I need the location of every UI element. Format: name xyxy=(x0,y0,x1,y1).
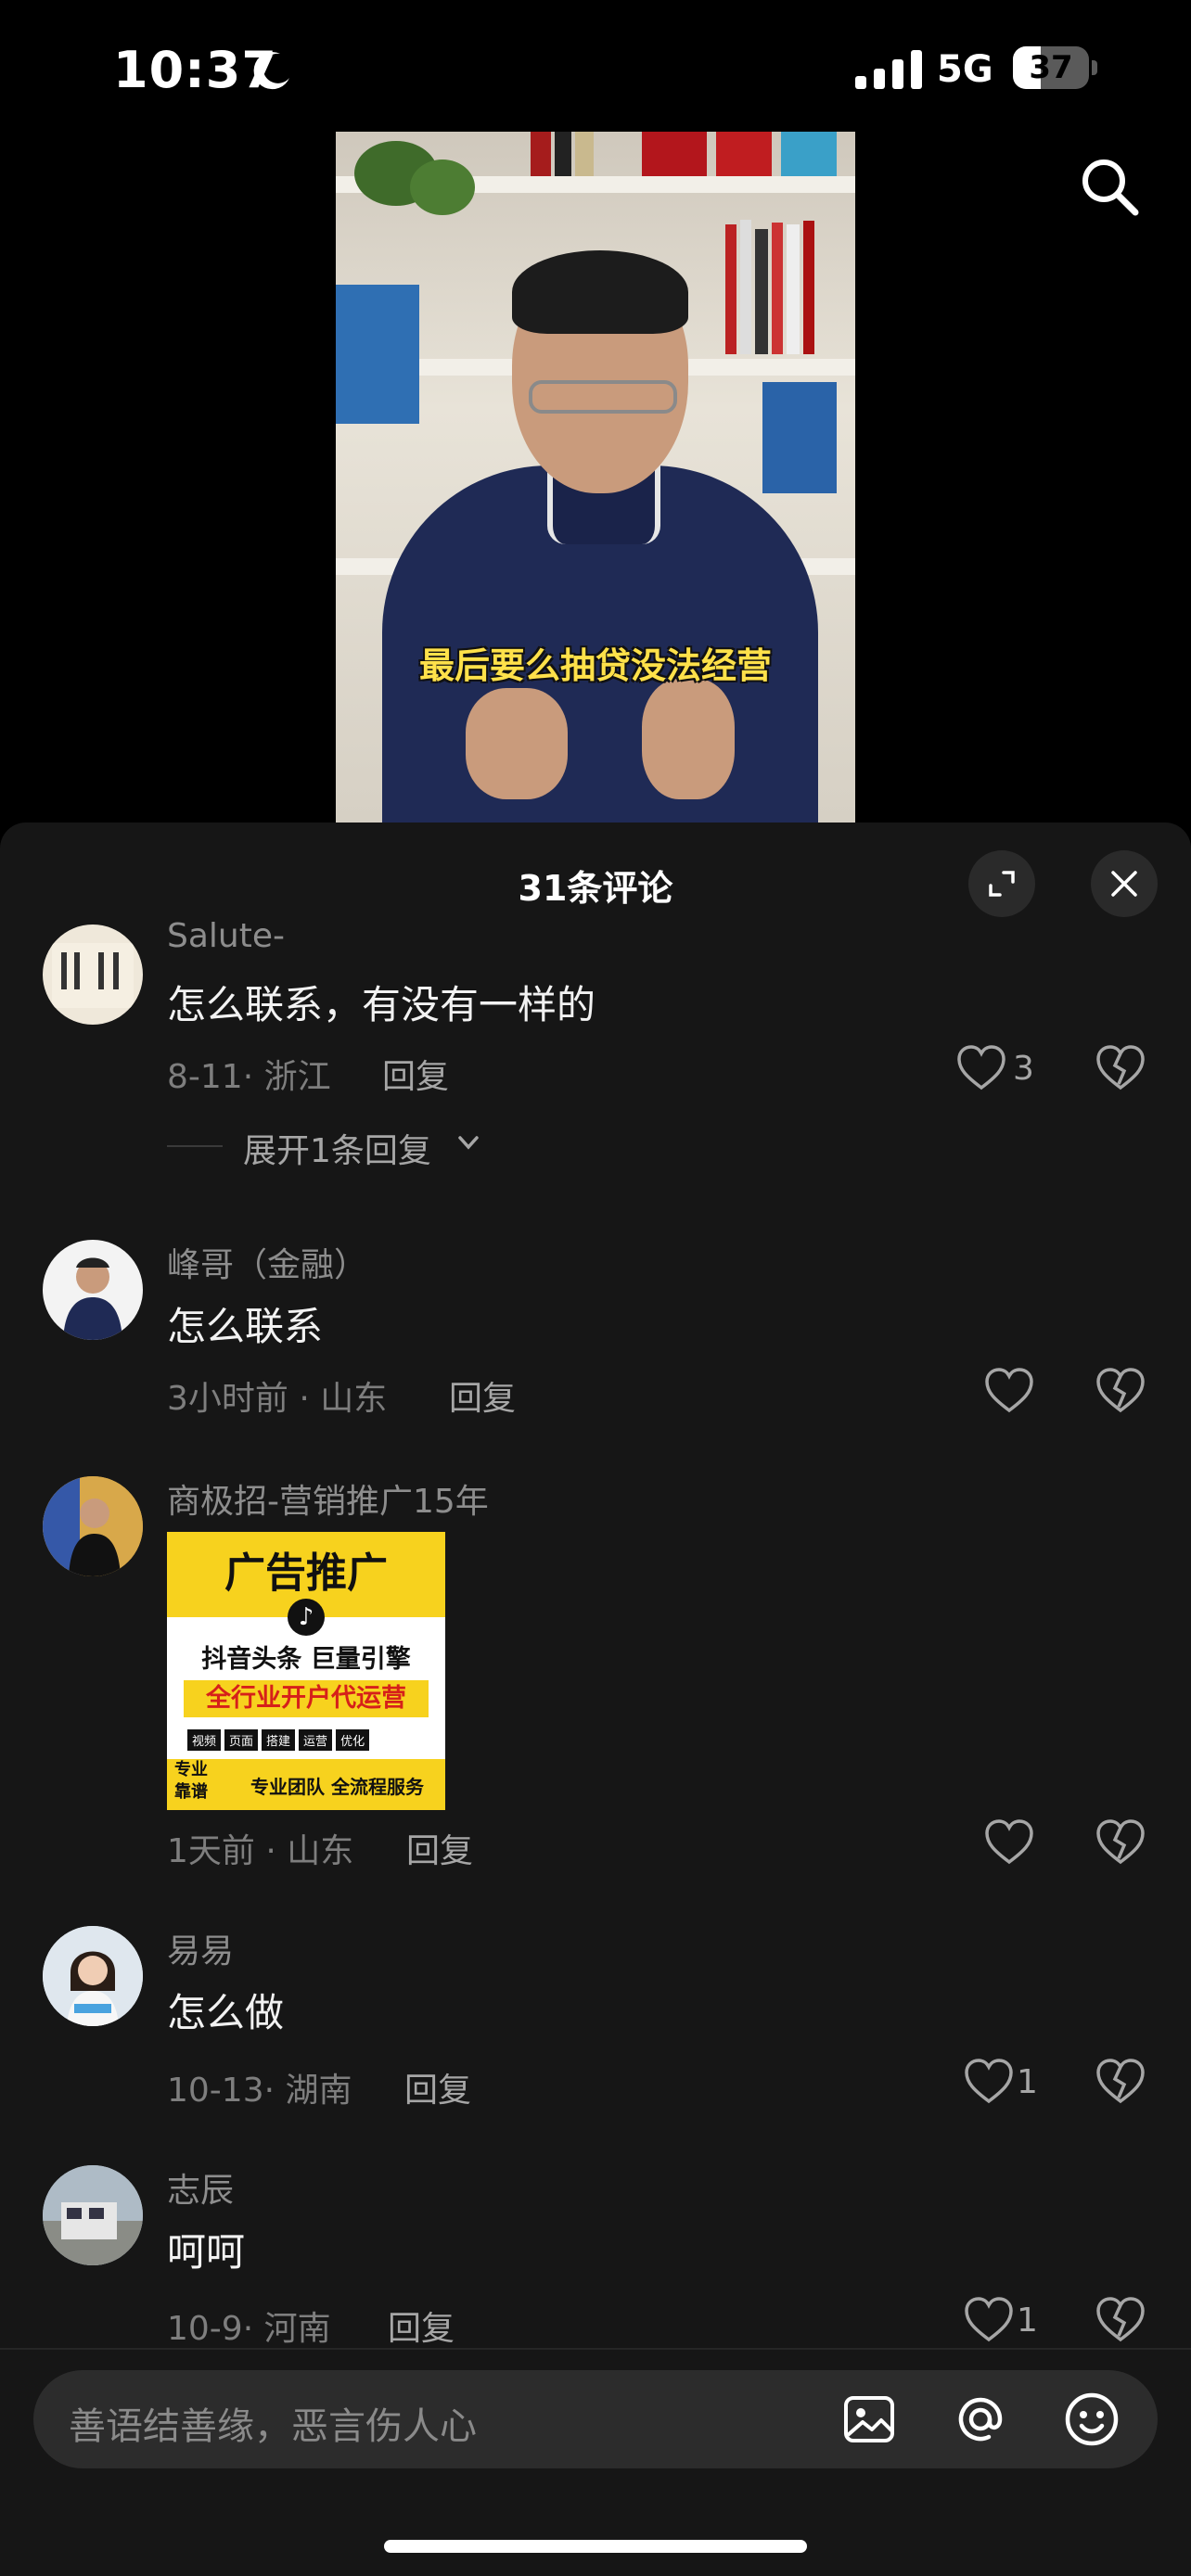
dislike-icon[interactable] xyxy=(1096,2059,1145,2105)
dislike-icon[interactable] xyxy=(1096,2297,1145,2343)
comment-meta: 1天前 · 山东 xyxy=(167,1832,354,1870)
reply-button[interactable]: 回复 xyxy=(404,2063,471,2111)
chevron-down-icon[interactable] xyxy=(456,1130,480,1154)
divider xyxy=(167,1145,223,1147)
battery-level: 37 xyxy=(1029,49,1073,86)
like-icon[interactable] xyxy=(985,1819,1033,1866)
ad-tag: 搭建 xyxy=(262,1729,296,1751)
comment-text: 怎么做 xyxy=(167,1990,285,2035)
comment-meta: 10-13· 湖南 xyxy=(167,2072,352,2110)
comment-text: 怎么联系，有没有一样的 xyxy=(167,982,596,1027)
reply-button[interactable]: 回复 xyxy=(406,1824,473,1872)
like-icon[interactable] xyxy=(965,2059,1013,2105)
network-type: 5G xyxy=(937,48,993,91)
douyin-logo-icon: ♪ xyxy=(288,1599,325,1636)
signal-icon xyxy=(855,50,922,89)
comment-meta: 3小时前 · 山东 xyxy=(167,1380,388,1418)
avatar[interactable] xyxy=(43,1926,143,2026)
expand-icon xyxy=(989,871,1015,897)
like-count: 3 xyxy=(1013,1050,1034,1088)
search-icon[interactable] xyxy=(1076,153,1143,220)
comment-input-bar: 善语结善缘，恶言伤人心 xyxy=(0,2348,1191,2576)
image-icon[interactable] xyxy=(840,2391,898,2448)
ad-tags: 视频 页面 搭建 运营 优化 xyxy=(187,1729,429,1752)
like-icon[interactable] xyxy=(965,2297,1013,2343)
ad-platforms: 抖音头条 巨量引擎 xyxy=(201,1645,411,1674)
like-icon[interactable] xyxy=(957,1045,1005,1091)
home-indicator xyxy=(384,2540,807,2553)
dislike-icon[interactable] xyxy=(1096,1045,1145,1091)
expand-replies-button[interactable]: 展开1条回复 xyxy=(243,1124,431,1172)
comment-username[interactable]: Salute- xyxy=(167,917,285,955)
dislike-icon[interactable] xyxy=(1096,1819,1145,1866)
comment-username[interactable]: 易易 xyxy=(167,1924,234,1972)
battery-icon: 37 xyxy=(1013,46,1100,89)
ad-badge: 专业 靠谱 xyxy=(174,1760,208,1802)
comment-username[interactable]: 商极招-营销推广15年 xyxy=(167,1474,489,1523)
avatar[interactable] xyxy=(43,925,143,1025)
avatar[interactable] xyxy=(43,1476,143,1576)
comment-meta: 8-11· 浙江 xyxy=(167,1058,331,1096)
ad-slogan: 全行业开户代运营 xyxy=(184,1680,429,1717)
reply-button[interactable]: 回复 xyxy=(388,2302,455,2350)
mention-icon[interactable] xyxy=(952,2391,1009,2448)
ad-title: 广告推广 xyxy=(224,1549,388,1597)
comments-panel: 31条评论 Salute- 怎么联系，有没有一样的 8-11· 浙江 回复 3 … xyxy=(0,823,1191,2576)
comment-username[interactable]: 志辰 xyxy=(167,2163,234,2212)
moon-icon xyxy=(253,52,289,90)
comment-image[interactable]: 广告推广 ♪ 抖音头条 巨量引擎 全行业开户代运营 视频 页面 搭建 运营 优化 专业 … xyxy=(167,1532,445,1810)
like-count: 1 xyxy=(1017,2302,1038,2340)
like-icon[interactable] xyxy=(985,1368,1033,1414)
comment-meta: 10-9· 河南 xyxy=(167,2310,331,2348)
ad-tag: 优化 xyxy=(336,1729,370,1751)
expand-panel-button[interactable] xyxy=(968,850,1035,917)
comment-input[interactable]: 善语结善缘，恶言伤人心 xyxy=(33,2370,1158,2468)
like-count: 1 xyxy=(1017,2063,1038,2101)
comment-username[interactable]: 峰哥（金融） xyxy=(167,1238,367,1286)
avatar[interactable] xyxy=(43,1240,143,1340)
ad-tag: 页面 xyxy=(224,1729,259,1751)
close-icon xyxy=(1111,871,1137,897)
ad-tag: 视频 xyxy=(187,1729,222,1751)
close-panel-button[interactable] xyxy=(1091,850,1158,917)
video-subtitle: 最后要么抽贷没法经营 xyxy=(418,645,772,686)
status-bar: 10:37 5G 37 xyxy=(0,0,1191,130)
comment-input-placeholder: 善语结善缘，恶言伤人心 xyxy=(69,2405,477,2448)
reply-button[interactable]: 回复 xyxy=(382,1050,449,1098)
dislike-icon[interactable] xyxy=(1096,1368,1145,1414)
comment-text: 怎么联系 xyxy=(167,1304,324,1349)
comment-text: 呵呵 xyxy=(167,2229,246,2275)
avatar[interactable] xyxy=(43,2165,143,2265)
ad-tag: 运营 xyxy=(299,1729,333,1751)
video-player[interactable]: 最后要么抽贷没法经营 xyxy=(336,132,855,823)
ad-service: 专业团队 全流程服务 xyxy=(250,1776,424,1798)
reply-button[interactable]: 回复 xyxy=(449,1371,516,1420)
emoji-icon[interactable] xyxy=(1063,2391,1121,2448)
